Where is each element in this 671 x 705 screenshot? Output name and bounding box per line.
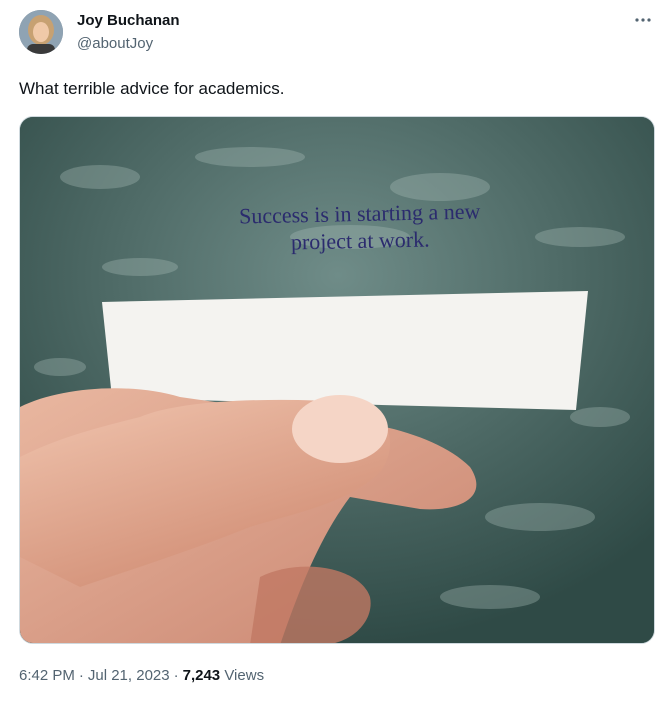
views-label: Views	[224, 667, 265, 684]
tweet-text: What terrible advice for academics.	[19, 79, 285, 98]
thumbnail	[292, 395, 388, 463]
meta-separator: ·	[173, 667, 179, 684]
tweet-date[interactable]: Jul 21, 2023	[88, 667, 170, 684]
author-handle[interactable]: @aboutJoy	[77, 35, 153, 53]
fortune-message: Success is in starting a new project at …	[119, 195, 600, 259]
tweet-card: Joy Buchanan @aboutJoy What terrible adv…	[0, 0, 671, 705]
avatar[interactable]	[19, 10, 63, 54]
views-count[interactable]: 7,243	[183, 667, 221, 684]
author-name[interactable]: Joy Buchanan	[77, 12, 180, 30]
more-horizontal-icon	[635, 18, 651, 22]
fortune-paper	[102, 291, 588, 410]
tweet-time[interactable]: 6:42 PM	[19, 667, 75, 684]
meta-separator: ·	[78, 667, 84, 684]
tweet-meta: 6:42 PM · Jul 21, 2023 · 7,243 Views	[19, 666, 264, 686]
more-options-button[interactable]	[629, 6, 657, 34]
